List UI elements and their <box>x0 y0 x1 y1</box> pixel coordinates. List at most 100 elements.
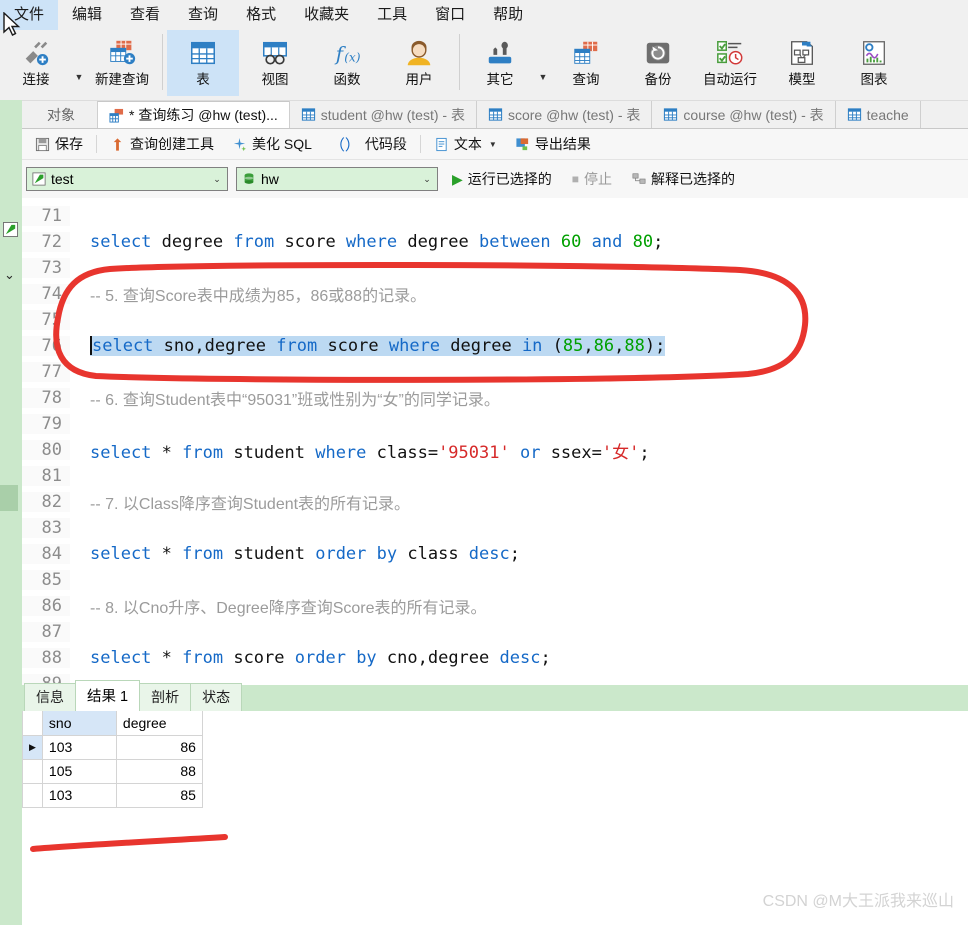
ribbon-dropdown-caret-icon[interactable]: ▼ <box>536 72 550 82</box>
code-token-plain: ); <box>644 336 666 356</box>
ribbon-button-new-query[interactable]: 新建查询 <box>86 30 158 96</box>
result-tab-2[interactable]: 剖析 <box>139 683 192 711</box>
row-indicator[interactable] <box>22 758 43 784</box>
row-indicator[interactable]: ▶ <box>22 734 43 760</box>
database-select[interactable]: hw ⌄ <box>236 167 438 191</box>
editor-line-content[interactable]: -- 5. 查询Score表中成绩为85，86或88的记录。 <box>70 282 426 306</box>
editor-line[interactable]: 88 select * from score order by cno,degre… <box>22 645 968 671</box>
document-tab-1[interactable]: student @hw (test) - 表 <box>288 101 477 128</box>
menu-item-5[interactable]: 收藏夹 <box>290 0 363 30</box>
result-tab-0[interactable]: 信息 <box>24 683 76 711</box>
editor-line-content[interactable]: select * from student order by class des… <box>70 544 520 564</box>
editor-line[interactable]: 85 <box>22 567 968 593</box>
snippet-button[interactable]: （） 代码段 <box>321 131 416 157</box>
table-doc-icon <box>488 107 503 122</box>
editor-line-content[interactable]: select sno,degree from score where degre… <box>70 336 666 356</box>
view-icon <box>260 34 290 72</box>
row-indicator[interactable] <box>22 782 43 808</box>
ribbon-button-table[interactable]: 表 <box>167 30 239 96</box>
chevron-down-icon[interactable]: ⌄ <box>417 168 437 190</box>
ribbon-separator <box>459 34 460 90</box>
document-tab-4[interactable]: teache <box>834 101 921 128</box>
menu-item-3[interactable]: 查询 <box>174 0 232 30</box>
ribbon-button-query[interactable]: 查询 <box>550 30 622 96</box>
editor-line[interactable]: 82 -- 7. 以Class降序查询Student表的所有记录。 <box>22 489 968 515</box>
editor-line-content[interactable]: -- 7. 以Class降序查询Student表的所有记录。 <box>70 490 410 514</box>
editor-line-content[interactable]: select degree from score where degree be… <box>70 232 663 252</box>
ribbon-button-automation[interactable]: 自动运行 <box>694 30 766 96</box>
connection-select[interactable]: test ⌄ <box>26 167 228 191</box>
ribbon-button-user[interactable]: 用户 <box>383 30 455 96</box>
editor-line-content[interactable]: -- 8. 以Cno升序、Degree降序查询Score表的所有记录。 <box>70 594 487 618</box>
cell-degree[interactable]: 86 <box>115 734 203 760</box>
cell-sno[interactable]: 105 <box>41 758 117 784</box>
tab-objects[interactable]: 对象 <box>25 101 98 128</box>
editor-line[interactable]: 87 <box>22 619 968 645</box>
editor-line[interactable]: 83 <box>22 515 968 541</box>
ribbon-button-other-tools[interactable]: 其它 <box>464 30 536 96</box>
column-header-sno[interactable]: sno <box>41 711 117 736</box>
sidebar-expand-chevron-icon[interactable]: ⌄ <box>4 268 15 281</box>
ribbon-button-chart[interactable]: 图表 <box>838 30 910 96</box>
editor-line[interactable]: 84 select * from student order by class d… <box>22 541 968 567</box>
code-token-plain: , <box>614 336 625 356</box>
document-tab-3[interactable]: course @hw (test) - 表 <box>651 101 836 128</box>
editor-line[interactable]: 75 <box>22 307 968 333</box>
editor-line[interactable]: 72 select degree from score where degree … <box>22 229 968 255</box>
code-token-kw: where <box>388 336 441 356</box>
code-token-kw: from <box>182 544 224 564</box>
cell-sno[interactable]: 103 <box>41 734 117 760</box>
menu-item-2[interactable]: 查看 <box>116 0 174 30</box>
table-row[interactable]: ▶ 103 86 <box>22 734 203 760</box>
query-doc-icon <box>109 108 124 123</box>
export-result-button[interactable]: 导出结果 <box>506 131 600 157</box>
editor-line-content[interactable]: select * from student where class='95031… <box>70 438 650 463</box>
table-row[interactable]: 103 85 <box>22 782 203 808</box>
editor-line[interactable]: 71 <box>22 203 968 229</box>
document-tab-2[interactable]: score @hw (test) - 表 <box>475 101 653 128</box>
text-button[interactable]: 文本 ▼ <box>425 131 506 157</box>
editor-line[interactable]: 78 -- 6. 查询Student表中“95031”班或性别为“女”的同学记录。 <box>22 385 968 411</box>
ribbon-button-model[interactable]: 模型 <box>766 30 838 96</box>
menu-item-6[interactable]: 工具 <box>363 0 421 30</box>
beautify-sql-button[interactable]: 美化 SQL <box>223 131 321 157</box>
table-row[interactable]: 105 88 <box>22 758 203 784</box>
column-header-degree[interactable]: degree <box>115 711 203 736</box>
editor-line[interactable]: 86 -- 8. 以Cno升序、Degree降序查询Score表的所有记录。 <box>22 593 968 619</box>
result-tab-1[interactable]: 结果 1 <box>75 680 141 711</box>
menu-item-4[interactable]: 格式 <box>232 0 290 30</box>
editor-line[interactable]: 73 <box>22 255 968 281</box>
explain-selected-button[interactable]: 解释已选择的 <box>626 169 741 189</box>
editor-line-content[interactable]: -- 6. 查询Student表中“95031”班或性别为“女”的同学记录。 <box>70 386 500 410</box>
save-button[interactable]: 保存 <box>26 131 92 157</box>
collapsed-sidebar[interactable]: ⌄ <box>0 100 22 925</box>
editor-line[interactable]: 76 select sno,degree from score where deg… <box>22 333 968 359</box>
run-selected-button[interactable]: ▶ 运行已选择的 <box>446 169 558 189</box>
menu-item-1[interactable]: 编辑 <box>58 0 116 30</box>
ribbon-button-backup[interactable]: 备份 <box>622 30 694 96</box>
chevron-down-icon[interactable]: ▼ <box>489 140 497 149</box>
editor-line[interactable]: 79 <box>22 411 968 437</box>
cell-sno[interactable]: 103 <box>41 782 117 808</box>
document-tab-0[interactable]: * 查询练习 @hw (test)... <box>97 101 290 128</box>
query-builder-button[interactable]: 查询创建工具 <box>101 131 223 157</box>
ribbon-dropdown-caret-icon[interactable]: ▼ <box>72 72 86 82</box>
editor-line-content[interactable]: select * from score order by cno,degree … <box>70 648 551 668</box>
result-tab-3[interactable]: 状态 <box>190 683 243 711</box>
editor-line[interactable]: 81 <box>22 463 968 489</box>
chevron-down-icon[interactable]: ⌄ <box>207 168 227 190</box>
ribbon-button-function[interactable]: f (x) 函数 <box>311 30 383 96</box>
run-selected-label: 运行已选择的 <box>467 171 552 187</box>
cell-degree[interactable]: 88 <box>115 758 203 784</box>
sidebar-splitter-handle[interactable] <box>0 485 18 511</box>
editor-line[interactable]: 74 -- 5. 查询Score表中成绩为85，86或88的记录。 <box>22 281 968 307</box>
editor-line[interactable]: 77 <box>22 359 968 385</box>
menu-item-7[interactable]: 窗口 <box>421 0 479 30</box>
ribbon-button-view[interactable]: 视图 <box>239 30 311 96</box>
grid-corner-header[interactable] <box>22 711 43 736</box>
result-grid[interactable]: sno degree ▶ 103 86 105 88 103 85 <box>22 711 203 808</box>
editor-line[interactable]: 80 select * from student where class='950… <box>22 437 968 463</box>
sql-editor[interactable]: 71 72 select degree from score where degre… <box>22 203 968 685</box>
cell-degree[interactable]: 85 <box>115 782 203 808</box>
menu-item-8[interactable]: 帮助 <box>479 0 537 30</box>
